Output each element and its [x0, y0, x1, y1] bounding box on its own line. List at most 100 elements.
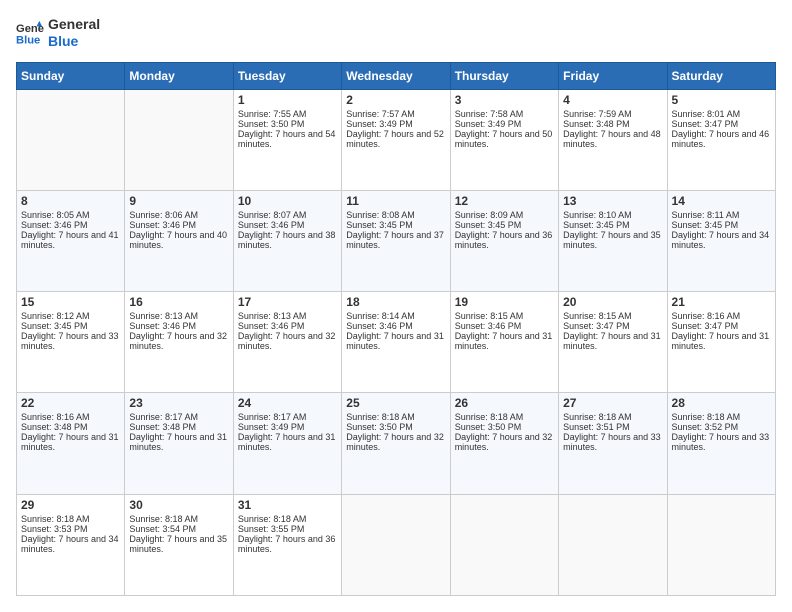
daylight-text: Daylight: 7 hours and 48 minutes. [563, 129, 661, 149]
sunset-text: Sunset: 3:47 PM [672, 321, 739, 331]
calendar-day-cell: 14Sunrise: 8:11 AMSunset: 3:45 PMDayligh… [667, 190, 775, 291]
sunrise-text: Sunrise: 8:05 AM [21, 210, 90, 220]
sunset-text: Sunset: 3:45 PM [672, 220, 739, 230]
day-number: 24 [238, 396, 337, 410]
logo-text: General Blue [48, 16, 100, 50]
day-number: 29 [21, 498, 120, 512]
sunrise-text: Sunrise: 8:16 AM [21, 412, 90, 422]
calendar-day-cell: 4Sunrise: 7:59 AMSunset: 3:48 PMDaylight… [559, 89, 667, 190]
calendar-day-cell: 9Sunrise: 8:06 AMSunset: 3:46 PMDaylight… [125, 190, 233, 291]
calendar-day-cell: 31Sunrise: 8:18 AMSunset: 3:55 PMDayligh… [233, 494, 341, 595]
sunrise-text: Sunrise: 8:18 AM [346, 412, 415, 422]
calendar-day-cell: 2Sunrise: 7:57 AMSunset: 3:49 PMDaylight… [342, 89, 450, 190]
sunrise-text: Sunrise: 8:18 AM [129, 514, 198, 524]
day-number: 2 [346, 93, 445, 107]
sunrise-text: Sunrise: 8:13 AM [238, 311, 307, 321]
day-number: 1 [238, 93, 337, 107]
calendar-day-cell [125, 89, 233, 190]
sunset-text: Sunset: 3:48 PM [563, 119, 630, 129]
daylight-text: Daylight: 7 hours and 36 minutes. [238, 534, 336, 554]
sunrise-text: Sunrise: 8:17 AM [238, 412, 307, 422]
calendar-day-cell: 20 Sunrise: 8:15 AMSunset: 3:47 PMDayligh… [559, 292, 667, 393]
day-number: 20 [563, 295, 662, 309]
svg-text:Blue: Blue [16, 34, 40, 46]
sunrise-text: Sunrise: 8:14 AM [346, 311, 415, 321]
calendar-day-cell: 10Sunrise: 8:07 AMSunset: 3:46 PMDayligh… [233, 190, 341, 291]
sunrise-text: Sunrise: 8:13 AM [129, 311, 198, 321]
sunrise-text: Sunrise: 8:09 AM [455, 210, 524, 220]
daylight-text: Daylight: 7 hours and 33 minutes. [563, 432, 661, 452]
day-number: 22 [21, 396, 120, 410]
day-number: 15 [21, 295, 120, 309]
sunrise-text: Sunrise: 8:15 AM [563, 311, 632, 321]
calendar-table: SundayMondayTuesdayWednesdayThursdayFrid… [16, 62, 776, 596]
sunset-text: Sunset: 3:50 PM [238, 119, 305, 129]
sunrise-text: Sunrise: 8:07 AM [238, 210, 307, 220]
calendar-week-row: 29 Sunrise: 8:18 AM Sunset: 3:53 PM Dayligh… [17, 494, 776, 595]
daylight-text: Daylight: 7 hours and 31 minutes. [129, 432, 227, 452]
daylight-text: Daylight: 7 hours and 36 minutes. [455, 230, 553, 250]
daylight-text: Daylight: 7 hours and 54 minutes. [238, 129, 336, 149]
sunset-text: Sunset: 3:46 PM [238, 220, 305, 230]
sunrise-text: Sunrise: 8:10 AM [563, 210, 632, 220]
calendar-week-row: 22Sunrise: 8:16 AMSunset: 3:48 PMDayligh… [17, 393, 776, 494]
calendar-day-cell: 30Sunrise: 8:18 AMSunset: 3:54 PMDayligh… [125, 494, 233, 595]
calendar-day-cell: 24Sunrise: 8:17 AMSunset: 3:49 PMDayligh… [233, 393, 341, 494]
calendar-day-cell: 25Sunrise: 8:18 AMSunset: 3:50 PMDayligh… [342, 393, 450, 494]
daylight-text: Daylight: 7 hours and 38 minutes. [238, 230, 336, 250]
daylight-text: Daylight: 7 hours and 35 minutes. [563, 230, 661, 250]
sunrise-text: Sunrise: 7:55 AM [238, 109, 307, 119]
sunset-text: Sunset: 3:46 PM [21, 220, 88, 230]
daylight-text: Daylight: 7 hours and 31 minutes. [346, 331, 444, 351]
daylight-text: Daylight: 7 hours and 33 minutes. [21, 331, 119, 351]
daylight-text: Daylight: 7 hours and 41 minutes. [21, 230, 119, 250]
sunset-text: Sunset: 3:49 PM [346, 119, 413, 129]
calendar-header-cell: Monday [125, 62, 233, 89]
calendar-day-cell: 11Sunrise: 8:08 AMSunset: 3:45 PMDayligh… [342, 190, 450, 291]
calendar-header-cell: Friday [559, 62, 667, 89]
calendar-day-cell: 26Sunrise: 8:18 AMSunset: 3:50 PMDayligh… [450, 393, 558, 494]
sunrise-text: Sunrise: 8:18 AM [563, 412, 632, 422]
sunset-text: Sunset: 3:45 PM [455, 220, 522, 230]
day-number: 28 [672, 396, 771, 410]
day-number: 3 [455, 93, 554, 107]
sunset-text: Sunset: 3:47 PM [563, 321, 630, 331]
calendar-day-cell: 17Sunrise: 8:13 AMSunset: 3:46 PMDayligh… [233, 292, 341, 393]
sunrise-text: Sunrise: 8:18 AM [238, 514, 307, 524]
sunset-text: Sunset: 3:49 PM [455, 119, 522, 129]
sunrise-text: Sunrise: 7:58 AM [455, 109, 524, 119]
logo-icon: General Blue [16, 19, 44, 47]
sunset-text: Sunset: 3:53 PM [21, 524, 88, 534]
daylight-text: Daylight: 7 hours and 31 minutes. [21, 432, 119, 452]
daylight-text: Daylight: 7 hours and 35 minutes. [129, 534, 227, 554]
daylight-text: Daylight: 7 hours and 31 minutes. [455, 331, 553, 351]
calendar-day-cell: 27Sunrise: 8:18 AMSunset: 3:51 PMDayligh… [559, 393, 667, 494]
daylight-text: Daylight: 7 hours and 31 minutes. [563, 331, 661, 351]
sunset-text: Sunset: 3:49 PM [238, 422, 305, 432]
calendar-day-cell: 23Sunrise: 8:17 AMSunset: 3:48 PMDayligh… [125, 393, 233, 494]
daylight-text: Daylight: 7 hours and 31 minutes. [672, 331, 770, 351]
calendar-week-row: 1Sunrise: 7:55 AMSunset: 3:50 PMDaylight… [17, 89, 776, 190]
calendar-header-cell: Thursday [450, 62, 558, 89]
calendar-day-cell: 18Sunrise: 8:14 AMSunset: 3:46 PMDayligh… [342, 292, 450, 393]
sunset-text: Sunset: 3:48 PM [129, 422, 196, 432]
sunset-text: Sunset: 3:47 PM [672, 119, 739, 129]
calendar-header-cell: Saturday [667, 62, 775, 89]
sunset-text: Sunset: 3:55 PM [238, 524, 305, 534]
calendar-day-cell: 19Sunrise: 8:15 AMSunset: 3:46 PMDayligh… [450, 292, 558, 393]
header: General Blue General Blue [16, 16, 776, 50]
sunset-text: Sunset: 3:46 PM [238, 321, 305, 331]
calendar-day-cell [17, 89, 125, 190]
calendar-day-cell: 15Sunrise: 8:12 AMSunset: 3:45 PMDayligh… [17, 292, 125, 393]
day-number: 17 [238, 295, 337, 309]
sunrise-text: Sunrise: 8:15 AM [455, 311, 524, 321]
sunrise-text: Sunrise: 8:01 AM [672, 109, 741, 119]
day-number: 5 [672, 93, 771, 107]
sunrise-text: Sunrise: 8:08 AM [346, 210, 415, 220]
page: General Blue General Blue SundayMondayTu… [0, 0, 792, 612]
sunrise-text: Sunrise: 8:18 AM [455, 412, 524, 422]
calendar-day-cell: 22Sunrise: 8:16 AMSunset: 3:48 PMDayligh… [17, 393, 125, 494]
sunset-text: Sunset: 3:45 PM [21, 321, 88, 331]
daylight-text: Daylight: 7 hours and 37 minutes. [346, 230, 444, 250]
sunrise-text: Sunrise: 8:17 AM [129, 412, 198, 422]
